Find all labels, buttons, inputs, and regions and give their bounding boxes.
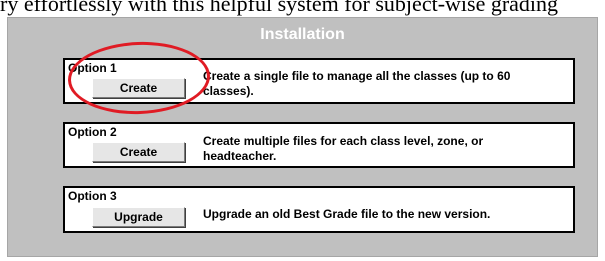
cropped-caption-text: ry effortlessly with this helpful system… <box>0 0 605 18</box>
option-3-box: Option 3 Upgrade Upgrade an old Best Gra… <box>63 186 575 233</box>
option-2-label: Option 2 <box>68 125 117 139</box>
option-2-create-button[interactable]: Create <box>92 142 185 162</box>
option-2-box: Option 2 Create Create multiple files fo… <box>63 122 575 168</box>
option-2-description: Create multiple files for each class lev… <box>203 134 484 163</box>
panel-title: Installation <box>260 26 345 43</box>
option-3-upgrade-button[interactable]: Upgrade <box>92 207 185 227</box>
option-3-description: Upgrade an old Best Grade file to the ne… <box>203 207 491 221</box>
option-1-description: Create a single file to manage all the c… <box>203 69 511 98</box>
cropped-caption: ry effortlessly with this helpful system… <box>0 0 559 16</box>
option-3-label: Option 3 <box>68 189 117 203</box>
